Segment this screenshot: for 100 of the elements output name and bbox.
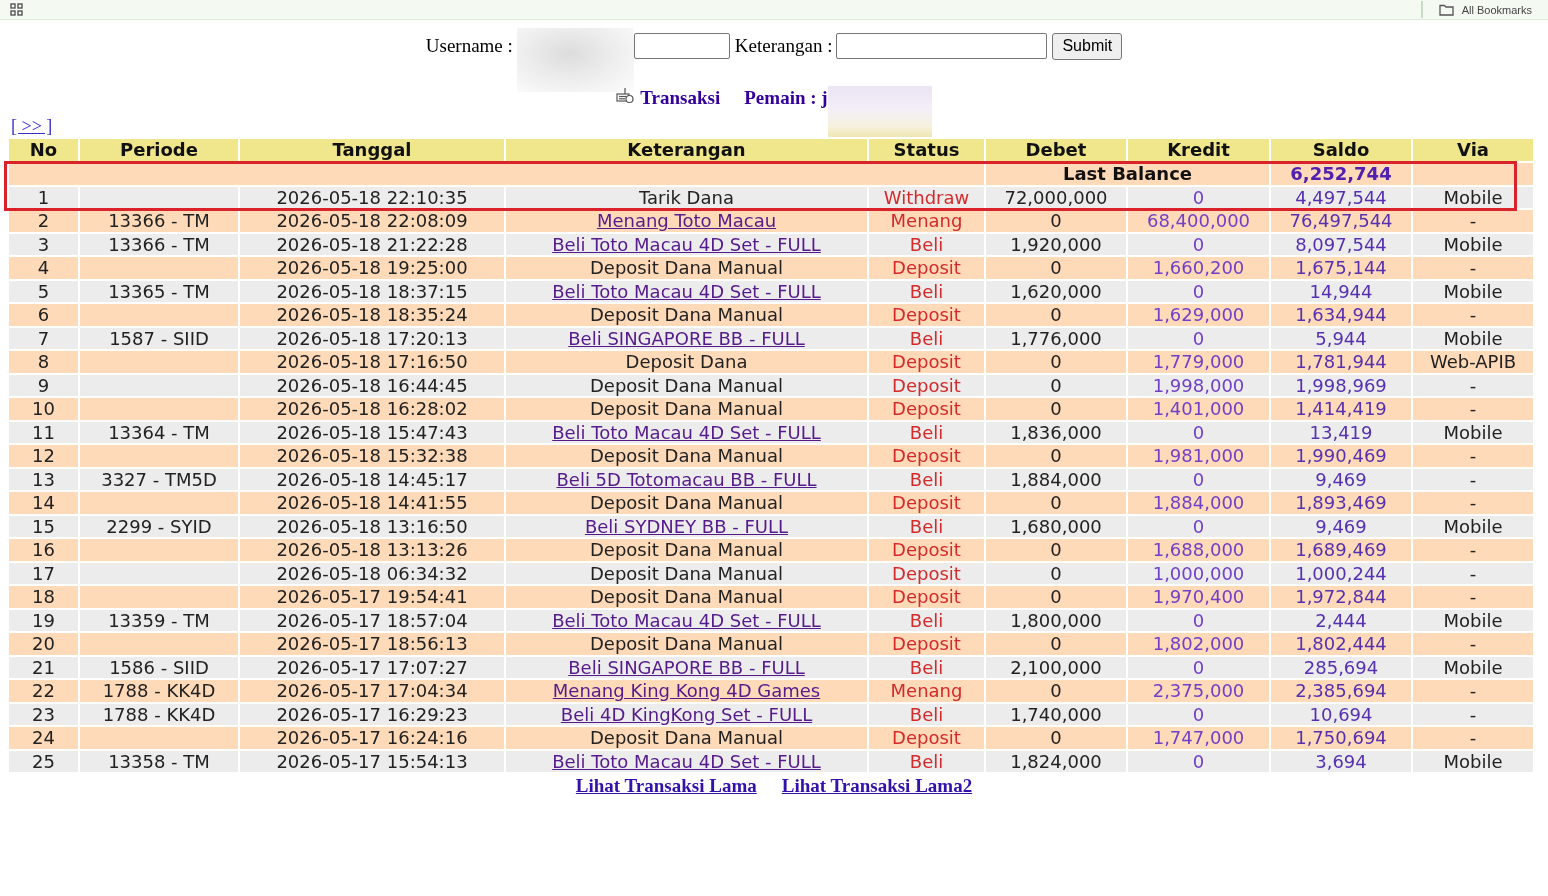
table-cell: 0 xyxy=(986,257,1126,279)
description-link[interactable]: Beli Toto Macau 4D Set - FULL xyxy=(552,421,821,443)
table-cell: 0 xyxy=(1128,233,1269,255)
table-cell: Beli xyxy=(869,327,984,349)
balance-label: Last Balance xyxy=(986,163,1269,185)
table-cell: Beli xyxy=(869,703,984,725)
table-cell: Deposit Dana Manual xyxy=(506,257,867,279)
table-cell: Deposit xyxy=(869,374,984,396)
table-cell: 2026-05-18 15:47:43 xyxy=(240,421,504,443)
description-link[interactable]: Menang King Kong 4D Games xyxy=(552,680,821,701)
next-page-link[interactable]: [ >> ] xyxy=(11,115,53,137)
table-cell: 1,740,000 xyxy=(986,703,1126,725)
table-cell: 1,998,000 xyxy=(1128,374,1269,396)
table-cell: 1,836,000 xyxy=(986,421,1126,443)
table-cell: 24 xyxy=(9,727,78,749)
table-cell: 2026-05-18 16:44:45 xyxy=(240,374,504,396)
table-cell: Beli xyxy=(869,609,984,631)
table-cell: Withdraw xyxy=(869,186,984,208)
table-cell: 0 xyxy=(1128,468,1269,490)
table-cell: 1 xyxy=(9,186,78,208)
table-cell: Beli xyxy=(869,750,984,772)
table-cell: 2,385,694 xyxy=(1271,680,1411,702)
old-transactions-link[interactable]: Lihat Transaksi Lama xyxy=(575,774,757,798)
table-cell: Beli xyxy=(869,280,984,302)
table-cell: 2026-05-18 18:35:24 xyxy=(240,304,504,326)
table-cell: 1,776,000 xyxy=(986,327,1126,349)
description-link[interactable]: Beli 5D Totomacau BB - FULL xyxy=(556,468,817,490)
table-cell: 1586 - SIID xyxy=(80,656,238,678)
table-cell: 1,884,000 xyxy=(986,468,1126,490)
table-cell: 13365 - TM xyxy=(80,280,238,302)
table-cell: 0 xyxy=(986,374,1126,396)
table-cell: Menang xyxy=(869,680,984,702)
description-link[interactable]: Beli 4D KingKong Set - FULL xyxy=(560,703,813,725)
table-cell: Deposit xyxy=(869,304,984,326)
description-link[interactable]: Menang Toto Macau xyxy=(596,210,777,231)
table-cell: 0 xyxy=(1128,750,1269,772)
description-link[interactable]: Beli SINGAPORE BB - FULL xyxy=(568,327,805,349)
table-cell: 0 xyxy=(1128,609,1269,631)
description-link[interactable]: Beli Toto Macau 4D Set - FULL xyxy=(552,750,821,772)
table-cell: - xyxy=(1413,703,1533,725)
table-cell: 1,689,469 xyxy=(1271,539,1411,561)
table-cell: 1,970,400 xyxy=(1128,586,1269,608)
all-bookmarks-button[interactable]: All Bookmarks xyxy=(1461,3,1532,16)
table-cell: 6,252,744 xyxy=(1271,163,1411,185)
table-cell: Deposit Dana Manual xyxy=(506,586,867,608)
table-cell: 25 xyxy=(9,750,78,772)
old-transactions-link[interactable]: Lihat Transaksi Lama2 xyxy=(781,774,973,798)
table-cell: 1,972,844 xyxy=(1271,586,1411,608)
table-cell: Mobile xyxy=(1413,327,1533,349)
apps-grid-icon[interactable] xyxy=(10,3,23,16)
table-cell: Deposit xyxy=(869,351,984,373)
table-cell: 0 xyxy=(986,351,1126,373)
table-cell: 0 xyxy=(1128,421,1269,443)
table-cell: Beli xyxy=(869,656,984,678)
table-cell: 2026-05-18 17:16:50 xyxy=(240,351,504,373)
username-field[interactable] xyxy=(633,33,730,59)
table-cell: 0 xyxy=(986,680,1126,702)
table-cell: 0 xyxy=(1128,656,1269,678)
table-cell: 0 xyxy=(986,727,1126,749)
table-cell: - xyxy=(1413,727,1533,749)
table-cell: 1,620,000 xyxy=(986,280,1126,302)
table-cell: Deposit xyxy=(869,539,984,561)
description-link[interactable]: Beli Toto Macau 4D Set - FULL xyxy=(552,280,821,302)
description-link[interactable]: Beli Toto Macau 4D Set - FULL xyxy=(552,609,821,631)
table-cell: 2026-05-18 17:20:13 xyxy=(240,327,504,349)
description-link[interactable]: Beli SYDNEY BB - FULL xyxy=(584,515,789,537)
table-cell: 22 xyxy=(9,680,78,702)
submit-button[interactable]: Submit xyxy=(1052,32,1123,60)
table-cell: 2026-05-17 17:07:27 xyxy=(240,656,504,678)
table-cell: 1,747,000 xyxy=(1128,727,1269,749)
table-cell: 13359 - TM xyxy=(80,609,238,631)
table-cell: 2026-05-17 17:04:34 xyxy=(240,680,504,702)
table-cell: Beli xyxy=(869,421,984,443)
card-icon xyxy=(616,86,635,104)
table-cell: 2026-05-18 15:32:38 xyxy=(240,445,504,467)
table-cell: Mobile xyxy=(1413,750,1533,772)
table-cell: Mobile xyxy=(1413,233,1533,255)
column-header: Tanggal xyxy=(240,139,504,161)
table-cell: 1788 - KK4D xyxy=(80,703,238,725)
table-cell: 13 xyxy=(9,468,78,490)
table-cell: 2026-05-17 16:24:16 xyxy=(240,727,504,749)
description-link[interactable]: Beli SINGAPORE BB - FULL xyxy=(568,656,805,678)
table-cell: 1587 - SIID xyxy=(80,327,238,349)
table-cell: 2026-05-18 14:45:17 xyxy=(240,468,504,490)
description-link[interactable]: Beli Toto Macau 4D Set - FULL xyxy=(552,233,821,255)
table-cell: 285,694 xyxy=(1271,656,1411,678)
table-cell: 12 xyxy=(9,445,78,467)
table-cell: 1,750,694 xyxy=(1271,727,1411,749)
table-cell: 0 xyxy=(1128,327,1269,349)
keterangan-field[interactable] xyxy=(836,33,1048,59)
table-cell: 1,000,244 xyxy=(1271,562,1411,584)
table-cell: 18 xyxy=(9,586,78,608)
table-cell: 19 xyxy=(9,609,78,631)
table-cell: Deposit xyxy=(869,633,984,655)
table-cell: 0 xyxy=(1128,703,1269,725)
table-cell: 0 xyxy=(986,539,1126,561)
table-cell: Deposit xyxy=(869,562,984,584)
table-cell: - xyxy=(1413,304,1533,326)
table-cell: 2,444 xyxy=(1271,609,1411,631)
table-cell: 13366 - TM xyxy=(80,210,238,232)
